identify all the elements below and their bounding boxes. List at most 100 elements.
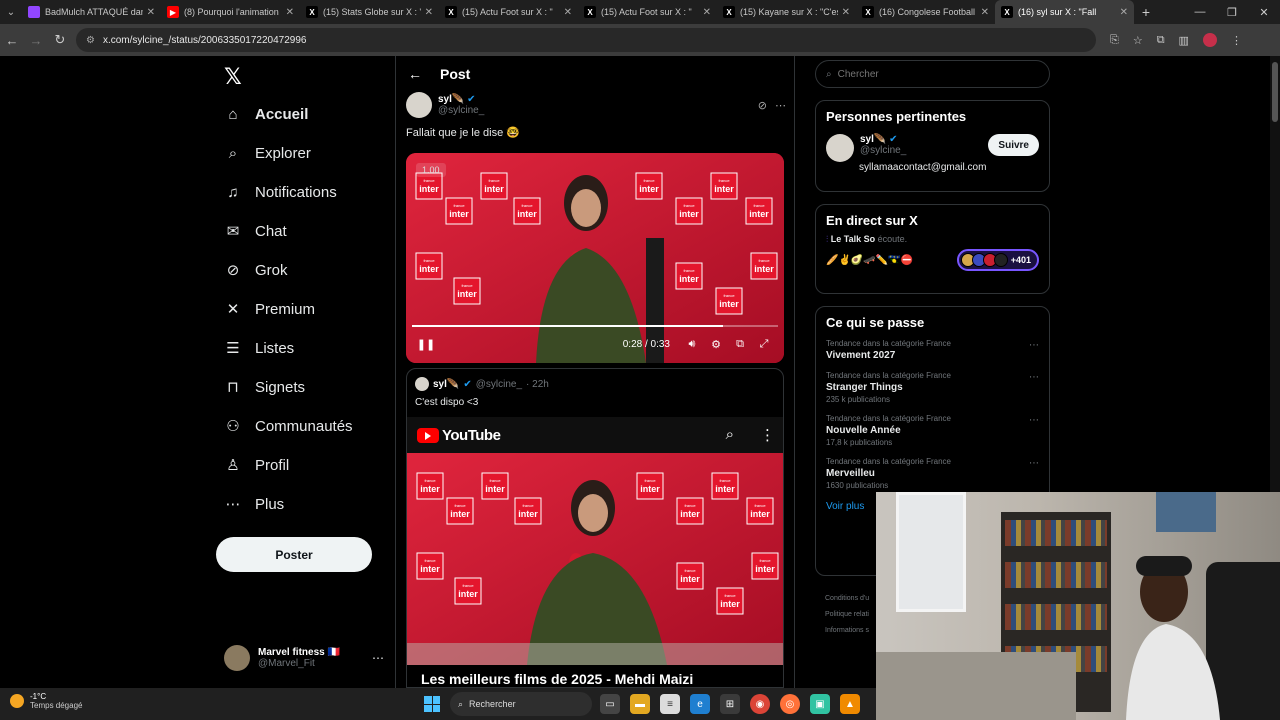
more-icon[interactable]: ⋯ [1029, 415, 1039, 426]
more-icon[interactable]: ⋯ [1029, 458, 1039, 469]
new-tab-button[interactable]: + [1134, 4, 1158, 20]
nav-item-bell[interactable]: ♫ Notifications [224, 179, 336, 205]
browser-menu-icon[interactable]: ⋮ [1231, 34, 1242, 47]
author-name[interactable]: syl🪶 [438, 94, 464, 105]
vlc-icon[interactable]: ▲ [840, 694, 860, 714]
task-view-icon[interactable]: ▭ [600, 694, 620, 714]
browser-tab[interactable]: X (16) syl sur X : "Fall ✕ [995, 0, 1134, 24]
trend-item[interactable]: Tendance dans la catégorie France Vivemen… [816, 334, 1049, 366]
browser-tab[interactable]: BadMulch ATTAQUÉ dans ✕ [22, 0, 161, 24]
author-avatar[interactable] [406, 92, 432, 118]
nav-item-profile[interactable]: ♙ Profil [224, 452, 289, 478]
address-bar[interactable]: ⚙ x.com/sylcine_/status/2006335017220472… [76, 28, 1096, 52]
reload-icon[interactable]: ↻ [48, 32, 72, 48]
inter-logo-france: france [683, 268, 695, 273]
tab-close-icon[interactable]: ✕ [286, 7, 294, 18]
fullscreen-icon[interactable]: ⤢ [752, 338, 776, 351]
taskbar-search[interactable]: ⌕ Rechercher [450, 692, 592, 716]
close-window-icon[interactable]: ✕ [1248, 6, 1280, 19]
youtube-thumbnail[interactable]: france inter france inter france inter france i… [407, 453, 783, 665]
back-arrow-icon[interactable]: ← [408, 66, 422, 82]
browser-tab[interactable]: X (15) Actu Foot sur X : " ✕ [439, 0, 578, 24]
person-bio[interactable]: syllamaacontact@gmail.com [859, 162, 1049, 173]
tab-close-icon[interactable]: ✕ [842, 7, 850, 18]
pip-icon[interactable]: ⧉ [728, 338, 752, 351]
browser-toolbar: ← → ↻ ⚙ x.com/sylcine_/status/2006335017… [0, 24, 1280, 56]
browser-tab[interactable]: X (15) Stats Globe sur X : "Y ✕ [300, 0, 439, 24]
nav-item-more[interactable]: ⋯ Plus [224, 491, 285, 517]
footer-link[interactable]: Politique relati [825, 607, 869, 623]
video-progress-bar[interactable] [412, 325, 778, 327]
account-handle: @Marvel_Fit [258, 658, 315, 669]
avatar[interactable] [826, 134, 854, 162]
pause-icon[interactable]: ❚❚ [414, 338, 438, 351]
nav-item-communities[interactable]: ⚇ Communautés [224, 413, 352, 439]
tab-close-icon[interactable]: ✕ [703, 7, 711, 18]
file-explorer-icon[interactable]: ▬ [630, 694, 650, 714]
quoted-tweet[interactable]: syl🪶 ✔ @sylcine_ · 22h C'est dispo <3 Yo… [406, 368, 784, 688]
browser-tab[interactable]: ▶ (8) Pourquoi l'animation ✕ [161, 0, 300, 24]
extensions-icon[interactable]: ⧉ [1157, 34, 1165, 47]
tab-close-icon[interactable]: ✕ [425, 7, 433, 18]
grok-icon[interactable]: ⊘ [758, 99, 767, 112]
tab-close-icon[interactable]: ✕ [564, 7, 572, 18]
account-switcher[interactable]: Marvel fitness 🇫🇷 @Marvel_Fit ⋯ [224, 642, 384, 674]
video-player[interactable]: france inter france inter france inter france i… [406, 153, 784, 363]
more-options-icon[interactable]: ⋯ [775, 99, 786, 112]
nav-item-list[interactable]: ☰ Listes [224, 335, 294, 361]
back-icon[interactable]: ← [0, 33, 24, 48]
tab-close-icon[interactable]: ✕ [981, 7, 989, 18]
live-card[interactable]: En direct sur X ⫶ Le Talk So écoute. 🥖✌️… [815, 204, 1050, 294]
nav-item-home[interactable]: ⌂ Accueil [224, 101, 308, 127]
tab-close-icon[interactable]: ✕ [147, 7, 155, 18]
minimize-icon[interactable]: — [1184, 6, 1216, 19]
nav-item-bookmark[interactable]: ⊓ Signets [224, 374, 305, 400]
site-info-icon[interactable]: ⚙ [86, 35, 95, 46]
browser-tab[interactable]: X (15) Actu Foot sur X : " ✕ [578, 0, 717, 24]
nav-item-x-premium[interactable]: ✕ Premium [224, 296, 315, 322]
post-button[interactable]: Poster [216, 537, 372, 572]
inter-logo-text: inter [680, 509, 700, 519]
search-input[interactable] [837, 68, 1018, 80]
nav-item-grok[interactable]: ⊘ Grok [224, 257, 288, 283]
start-icon[interactable] [424, 696, 440, 712]
footer-link[interactable]: Informations s [825, 623, 869, 639]
streamlabs-icon[interactable]: ▣ [810, 694, 830, 714]
trend-item[interactable]: Tendance dans la catégorie France Merveil… [816, 452, 1049, 495]
live-host: ⫶ Le Talk So écoute. [826, 234, 908, 244]
footer-link[interactable]: Conditions d'u [825, 591, 869, 607]
follow-button[interactable]: Suivre [988, 134, 1039, 156]
settings-icon[interactable]: ⚙ [704, 338, 728, 351]
sidebar-icon[interactable]: ▥ [1179, 34, 1189, 47]
tab-list-chevron-icon[interactable]: ⌄ [0, 0, 22, 24]
trend-item[interactable]: Tendance dans la catégorie France Strange… [816, 366, 1049, 409]
browser-tab[interactable]: X (16) Congolese Football ✕ [856, 0, 995, 24]
edge-icon[interactable]: e [690, 694, 710, 714]
more-icon[interactable]: ⋯ [1029, 340, 1039, 351]
search-box[interactable]: ⌕ [815, 60, 1050, 88]
listeners-pill[interactable]: +401 [956, 249, 1039, 271]
volume-icon[interactable]: 🔊︎ [680, 338, 704, 351]
avatar [224, 645, 250, 671]
more-icon[interactable]: ⋯ [372, 651, 384, 665]
nav-item-mail[interactable]: ✉ Chat [224, 218, 287, 244]
x-logo-icon[interactable]: 𝕏 [224, 64, 244, 89]
install-icon[interactable]: ⎘ [1110, 34, 1119, 47]
profile-avatar[interactable] [1202, 33, 1217, 47]
nav-item-search[interactable]: ⌕ Explorer [224, 140, 311, 166]
playback-rate[interactable]: 1.00 [416, 163, 446, 177]
bookmark-star-icon[interactable]: ☆ [1133, 34, 1143, 47]
store-icon[interactable]: ⊞ [720, 694, 740, 714]
notepad-icon[interactable]: ≡ [660, 694, 680, 714]
firefox-icon[interactable]: ◎ [780, 694, 800, 714]
author-handle[interactable]: @sylcine_ [438, 105, 484, 116]
forward-icon[interactable]: → [24, 33, 48, 48]
maximize-icon[interactable]: ❐ [1216, 6, 1248, 19]
more-icon[interactable]: ⋯ [1029, 372, 1039, 383]
browser-tab[interactable]: X (15) Kayane sur X : "C'est ✕ [717, 0, 856, 24]
tab-close-icon[interactable]: ✕ [1120, 7, 1128, 18]
trend-item[interactable]: Tendance dans la catégorie France Nouvell… [816, 409, 1049, 452]
weather-widget[interactable]: -1°C Temps dégagé [10, 692, 82, 710]
person-name[interactable]: syl🪶 [860, 134, 886, 145]
chrome-icon[interactable]: ◉ [750, 694, 770, 714]
